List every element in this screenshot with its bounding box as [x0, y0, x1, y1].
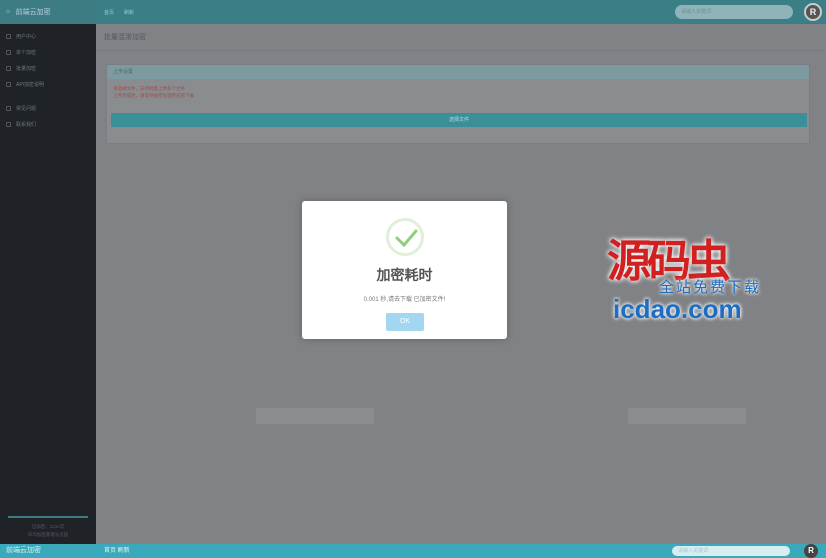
- upload-panel: 上传设置 请选择文件，支持批量上传多个文件 上传完成后，请等待加密处理完成后下载…: [106, 64, 810, 144]
- code-icon: [6, 81, 11, 87]
- sidebar-item-single-encrypt[interactable]: 单个加密: [0, 44, 96, 60]
- nav-home[interactable]: 首页: [104, 9, 114, 16]
- sidebar-item-label: 批量加密: [16, 65, 37, 72]
- footer-nav[interactable]: 首页 刷新: [104, 544, 130, 558]
- panel-note: 上传完成后，请等待加密处理完成后下载: [113, 93, 194, 98]
- sidebar-item-api[interactable]: API加密说明: [0, 76, 96, 92]
- mail-icon: [6, 121, 11, 127]
- nav-refresh[interactable]: 刷新: [124, 9, 134, 16]
- dialog-message: 0.001 秒,请去下载 已加密文件!: [363, 297, 446, 303]
- sidebar: 用户中心 单个加密 批量加密 API加密说明 常见问题 联系我们 已加密：123…: [0, 24, 96, 544]
- stat-count: 已加密：1234次: [31, 524, 65, 529]
- help-icon: [6, 105, 11, 111]
- stat-note: 日均加密量增长迅猛: [27, 532, 69, 537]
- brand[interactable]: ⌂ 前端云加密: [0, 0, 96, 24]
- avatar[interactable]: R: [804, 3, 822, 21]
- home-icon: ⌂: [6, 9, 10, 15]
- footer-search-input[interactable]: 请输入关键词: [672, 546, 790, 556]
- footer-brand[interactable]: 前端云加密: [6, 544, 41, 558]
- top-bar: ⌂ 前端云加密 首页 刷新 请输入关键词 R: [0, 0, 826, 24]
- dialog-title: 加密耗时: [376, 267, 433, 283]
- placeholder-block: [628, 408, 746, 424]
- divider: [96, 50, 826, 51]
- success-dialog: 加密耗时 0.001 秒,请去下载 已加密文件! OK: [302, 201, 507, 339]
- success-check-icon: [386, 218, 424, 256]
- sidebar-item-label: 单个加密: [16, 49, 37, 56]
- watermark: 源码虫 全站免费下载 icdao.com: [605, 225, 765, 325]
- sidebar-item-batch-encrypt[interactable]: 批量加密: [0, 60, 96, 76]
- sidebar-item-label: API加密说明: [16, 81, 45, 88]
- bottom-bar: 前端云加密 首页 刷新 请输入关键词 R: [0, 544, 826, 558]
- brand-title: 前端云加密: [15, 9, 51, 16]
- sidebar-item-faq[interactable]: 常见问题: [0, 100, 96, 116]
- top-nav: 首页 刷新: [104, 0, 134, 24]
- sidebar-item-contact[interactable]: 联系我们: [0, 116, 96, 132]
- user-icon: [6, 33, 11, 39]
- search-input[interactable]: 请输入关键词: [675, 5, 793, 19]
- panel-title: 上传设置: [107, 65, 809, 79]
- files-icon: [6, 65, 11, 71]
- placeholder-block: [256, 408, 374, 424]
- watermark-domain: icdao.com: [613, 294, 742, 324]
- ok-button[interactable]: OK: [386, 313, 424, 331]
- sidebar-item-label: 联系我们: [16, 121, 37, 128]
- usage-progress: [8, 516, 88, 518]
- page-title: 批量混淆加密: [104, 34, 146, 41]
- footer-avatar[interactable]: R: [804, 544, 818, 558]
- panel-note: 请选择文件，支持批量上传多个文件: [113, 86, 185, 91]
- sidebar-item-label: 用户中心: [16, 33, 37, 40]
- upload-button[interactable]: 选择文件: [111, 113, 807, 127]
- file-icon: [6, 49, 11, 55]
- sidebar-item-label: 常见问题: [16, 105, 37, 112]
- sidebar-item-user-center[interactable]: 用户中心: [0, 28, 96, 44]
